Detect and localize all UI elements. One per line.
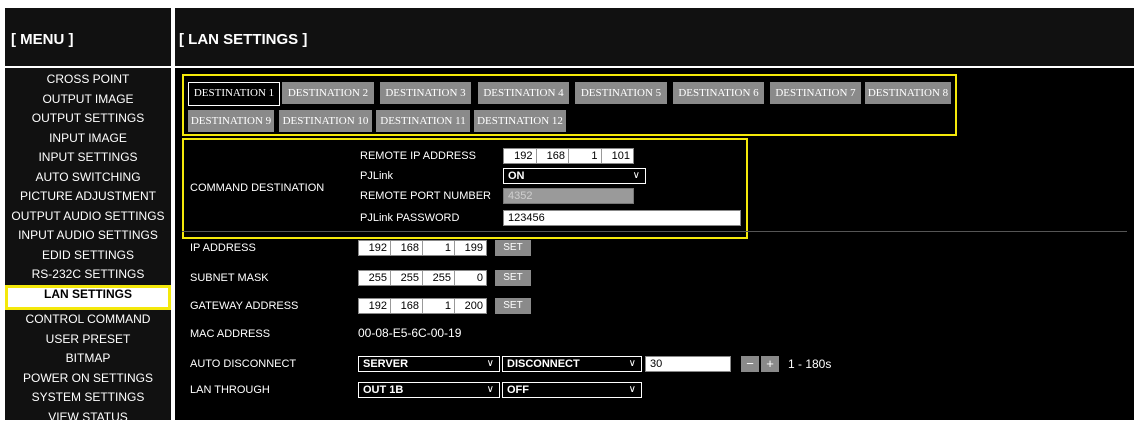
- chevron-down-icon: ∨: [629, 383, 636, 397]
- subnet-octet-2[interactable]: 255: [391, 271, 423, 285]
- ip-octet-3[interactable]: 1: [423, 241, 455, 255]
- auto-disconnect-action-value: DISCONNECT: [507, 358, 580, 370]
- divider: [182, 231, 1127, 232]
- remote-ip-label: REMOTE IP ADDRESS: [360, 150, 476, 162]
- subnet-octet-4[interactable]: 0: [455, 271, 486, 285]
- auto-disconnect-seconds-input[interactable]: 30: [645, 356, 731, 372]
- gateway-octet-2[interactable]: 168: [391, 299, 423, 313]
- auto-disconnect-label: AUTO DISCONNECT: [190, 358, 296, 370]
- subnet-set-button[interactable]: SET: [495, 270, 531, 286]
- lan-through-value: OFF: [507, 384, 529, 396]
- gateway-address-input[interactable]: 192 168 1 200: [358, 298, 487, 314]
- tab-destination-8[interactable]: DESTINATION 8: [865, 82, 951, 104]
- subnet-octet-1[interactable]: 255: [359, 271, 391, 285]
- subnet-mask-input[interactable]: 255 255 255 0: [358, 270, 487, 286]
- lan-through-port-value: OUT 1B: [363, 384, 403, 396]
- menu-item-output-image[interactable]: OUTPUT IMAGE: [5, 90, 171, 110]
- remote-ip-octet-2[interactable]: 168: [537, 149, 570, 163]
- chevron-down-icon: ∨: [487, 383, 494, 397]
- gateway-octet-1[interactable]: 192: [359, 299, 391, 313]
- menu-item-input-image[interactable]: INPUT IMAGE: [5, 129, 171, 149]
- pjlink-label: PJLink: [360, 170, 393, 182]
- subnet-mask-label: SUBNET MASK: [190, 272, 269, 284]
- menu-item-power-on-settings[interactable]: POWER ON SETTINGS: [5, 369, 171, 389]
- menu-list: CROSS POINT OUTPUT IMAGE OUTPUT SETTINGS…: [5, 70, 171, 427]
- lan-through-port-select[interactable]: OUT 1B ∨: [358, 382, 500, 398]
- auto-disconnect-range: 1 - 180s: [788, 357, 831, 371]
- menu-item-rs232c-settings[interactable]: RS-232C SETTINGS: [5, 265, 171, 285]
- tab-destination-3[interactable]: DESTINATION 3: [380, 82, 471, 104]
- menu-title: [ MENU ]: [5, 8, 171, 68]
- menu-item-auto-switching[interactable]: AUTO SWITCHING: [5, 168, 171, 188]
- increment-button[interactable]: +: [761, 356, 779, 372]
- remote-port-label: REMOTE PORT NUMBER: [360, 190, 491, 202]
- auto-disconnect-mode-select[interactable]: SERVER ∨: [358, 356, 500, 372]
- menu-item-input-audio-settings[interactable]: INPUT AUDIO SETTINGS: [5, 226, 171, 246]
- chevron-down-icon: ∨: [487, 357, 494, 371]
- remote-ip-input[interactable]: 192 168 1 101: [503, 148, 634, 164]
- chevron-down-icon: ∨: [629, 357, 636, 371]
- mac-address-label: MAC ADDRESS: [190, 328, 270, 340]
- sidebar-menu: [ MENU ] CROSS POINT OUTPUT IMAGE OUTPUT…: [5, 8, 171, 420]
- ip-octet-4[interactable]: 199: [455, 241, 486, 255]
- main-panel: [ LAN SETTINGS ] DESTINATION 1 DESTINATI…: [175, 8, 1134, 420]
- menu-item-lan-settings[interactable]: LAN SETTINGS: [5, 285, 171, 311]
- tab-destination-1[interactable]: DESTINATION 1: [188, 82, 280, 106]
- pjlink-select[interactable]: ON ∨: [503, 168, 646, 184]
- menu-item-user-preset[interactable]: USER PRESET: [5, 330, 171, 350]
- menu-item-edid-settings[interactable]: EDID SETTINGS: [5, 246, 171, 266]
- tab-destination-4[interactable]: DESTINATION 4: [478, 82, 569, 104]
- remote-port-input: 4352: [503, 188, 634, 204]
- tab-destination-6[interactable]: DESTINATION 6: [673, 82, 764, 104]
- auto-disconnect-mode-value: SERVER: [363, 358, 408, 370]
- ip-octet-2[interactable]: 168: [391, 241, 423, 255]
- tab-destination-2[interactable]: DESTINATION 2: [282, 82, 374, 104]
- tab-destination-5[interactable]: DESTINATION 5: [575, 82, 667, 104]
- auto-disconnect-action-select[interactable]: DISCONNECT ∨: [502, 356, 642, 372]
- chevron-down-icon: ∨: [633, 169, 640, 183]
- gateway-address-label: GATEWAY ADDRESS: [190, 300, 298, 312]
- ip-set-button[interactable]: SET: [495, 240, 531, 256]
- tab-destination-11[interactable]: DESTINATION 11: [376, 110, 470, 132]
- menu-item-cross-point[interactable]: CROSS POINT: [5, 70, 171, 90]
- gateway-octet-3[interactable]: 1: [423, 299, 455, 313]
- pjlink-select-value: ON: [508, 170, 525, 182]
- menu-item-output-audio-settings[interactable]: OUTPUT AUDIO SETTINGS: [5, 207, 171, 227]
- remote-ip-octet-4[interactable]: 101: [602, 149, 634, 163]
- page-title: [ LAN SETTINGS ]: [175, 8, 1134, 68]
- lan-through-label: LAN THROUGH: [190, 384, 270, 396]
- ip-address-label: IP ADDRESS: [190, 242, 256, 254]
- pjlink-password-label: PJLink PASSWORD: [360, 212, 459, 224]
- tab-destination-9[interactable]: DESTINATION 9: [188, 110, 274, 132]
- remote-ip-octet-3[interactable]: 1: [569, 149, 602, 163]
- remote-ip-octet-1[interactable]: 192: [504, 149, 537, 163]
- ip-address-input[interactable]: 192 168 1 199: [358, 240, 487, 256]
- mac-address-value: 00-08-E5-6C-00-19: [358, 326, 461, 340]
- gateway-set-button[interactable]: SET: [495, 298, 531, 314]
- menu-item-picture-adjustment[interactable]: PICTURE ADJUSTMENT: [5, 187, 171, 207]
- decrement-button[interactable]: −: [741, 356, 759, 372]
- ip-octet-1[interactable]: 192: [359, 241, 391, 255]
- command-destination-label: COMMAND DESTINATION: [190, 182, 324, 194]
- subnet-octet-3[interactable]: 255: [423, 271, 455, 285]
- command-destination-section: COMMAND DESTINATION REMOTE IP ADDRESS 19…: [182, 138, 748, 239]
- tab-destination-10[interactable]: DESTINATION 10: [279, 110, 372, 132]
- destination-tabs: DESTINATION 1 DESTINATION 2 DESTINATION …: [182, 74, 957, 136]
- pjlink-password-input[interactable]: 123456: [503, 210, 741, 226]
- menu-item-output-settings[interactable]: OUTPUT SETTINGS: [5, 109, 171, 129]
- menu-item-control-command[interactable]: CONTROL COMMAND: [5, 310, 171, 330]
- tab-destination-7[interactable]: DESTINATION 7: [770, 82, 861, 104]
- tab-destination-12[interactable]: DESTINATION 12: [474, 110, 566, 132]
- gateway-octet-4[interactable]: 200: [455, 299, 486, 313]
- menu-item-view-status[interactable]: VIEW STATUS: [5, 408, 171, 427]
- menu-item-system-settings[interactable]: SYSTEM SETTINGS: [5, 388, 171, 408]
- lan-through-value-select[interactable]: OFF ∨: [502, 382, 642, 398]
- menu-item-input-settings[interactable]: INPUT SETTINGS: [5, 148, 171, 168]
- menu-item-bitmap[interactable]: BITMAP: [5, 349, 171, 369]
